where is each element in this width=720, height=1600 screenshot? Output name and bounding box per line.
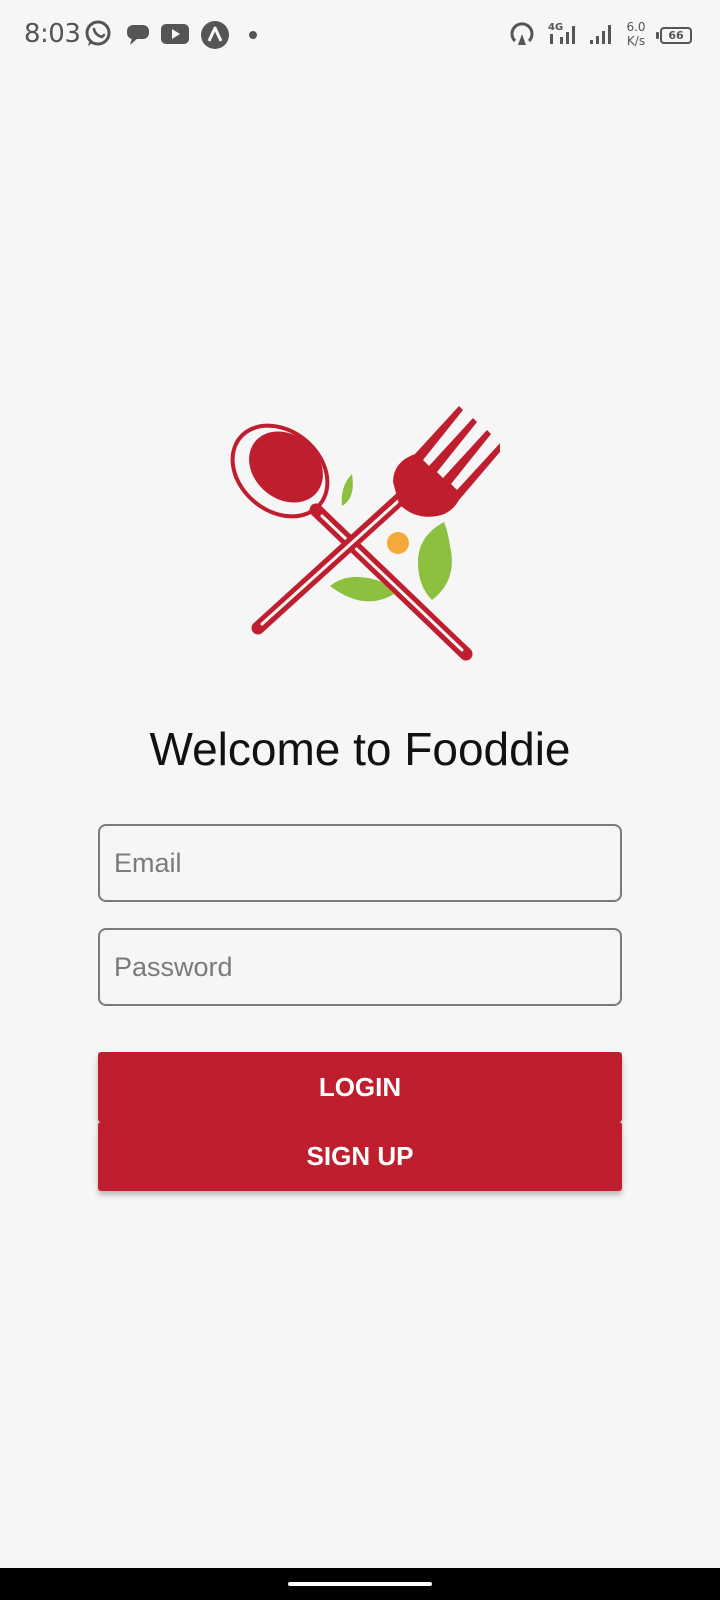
net-speed-value: 6.0 [626, 20, 646, 34]
battery-icon: 66 [656, 27, 692, 44]
login-button[interactable]: LOGIN [98, 1052, 622, 1122]
hotspot-icon [510, 22, 534, 45]
net-speed: 6.0 K/s [622, 20, 650, 48]
youtube-icon [161, 24, 189, 44]
whatsapp-icon [85, 20, 111, 46]
chat-icon [127, 25, 149, 45]
password-field[interactable] [98, 928, 622, 1006]
spoon-fork-icon [230, 406, 500, 661]
svg-text:4G: 4G [548, 22, 563, 33]
navigation-bar [0, 1568, 720, 1600]
caret-icon [201, 21, 229, 49]
status-time: 8:03 [24, 19, 81, 49]
home-indicator[interactable] [288, 1582, 432, 1586]
signal-icon [590, 25, 611, 44]
sign-up-button[interactable]: SIGN UP [98, 1122, 622, 1191]
4g-signal-icon: 4G [548, 22, 575, 44]
welcome-title: Welcome to Fooddie [149, 723, 571, 775]
net-speed-unit: K/s [626, 34, 646, 48]
dot-icon [249, 31, 257, 39]
status-bar: 8:03 4G 6.0 K/s 66 [0, 0, 720, 72]
email-field[interactable] [98, 824, 622, 902]
